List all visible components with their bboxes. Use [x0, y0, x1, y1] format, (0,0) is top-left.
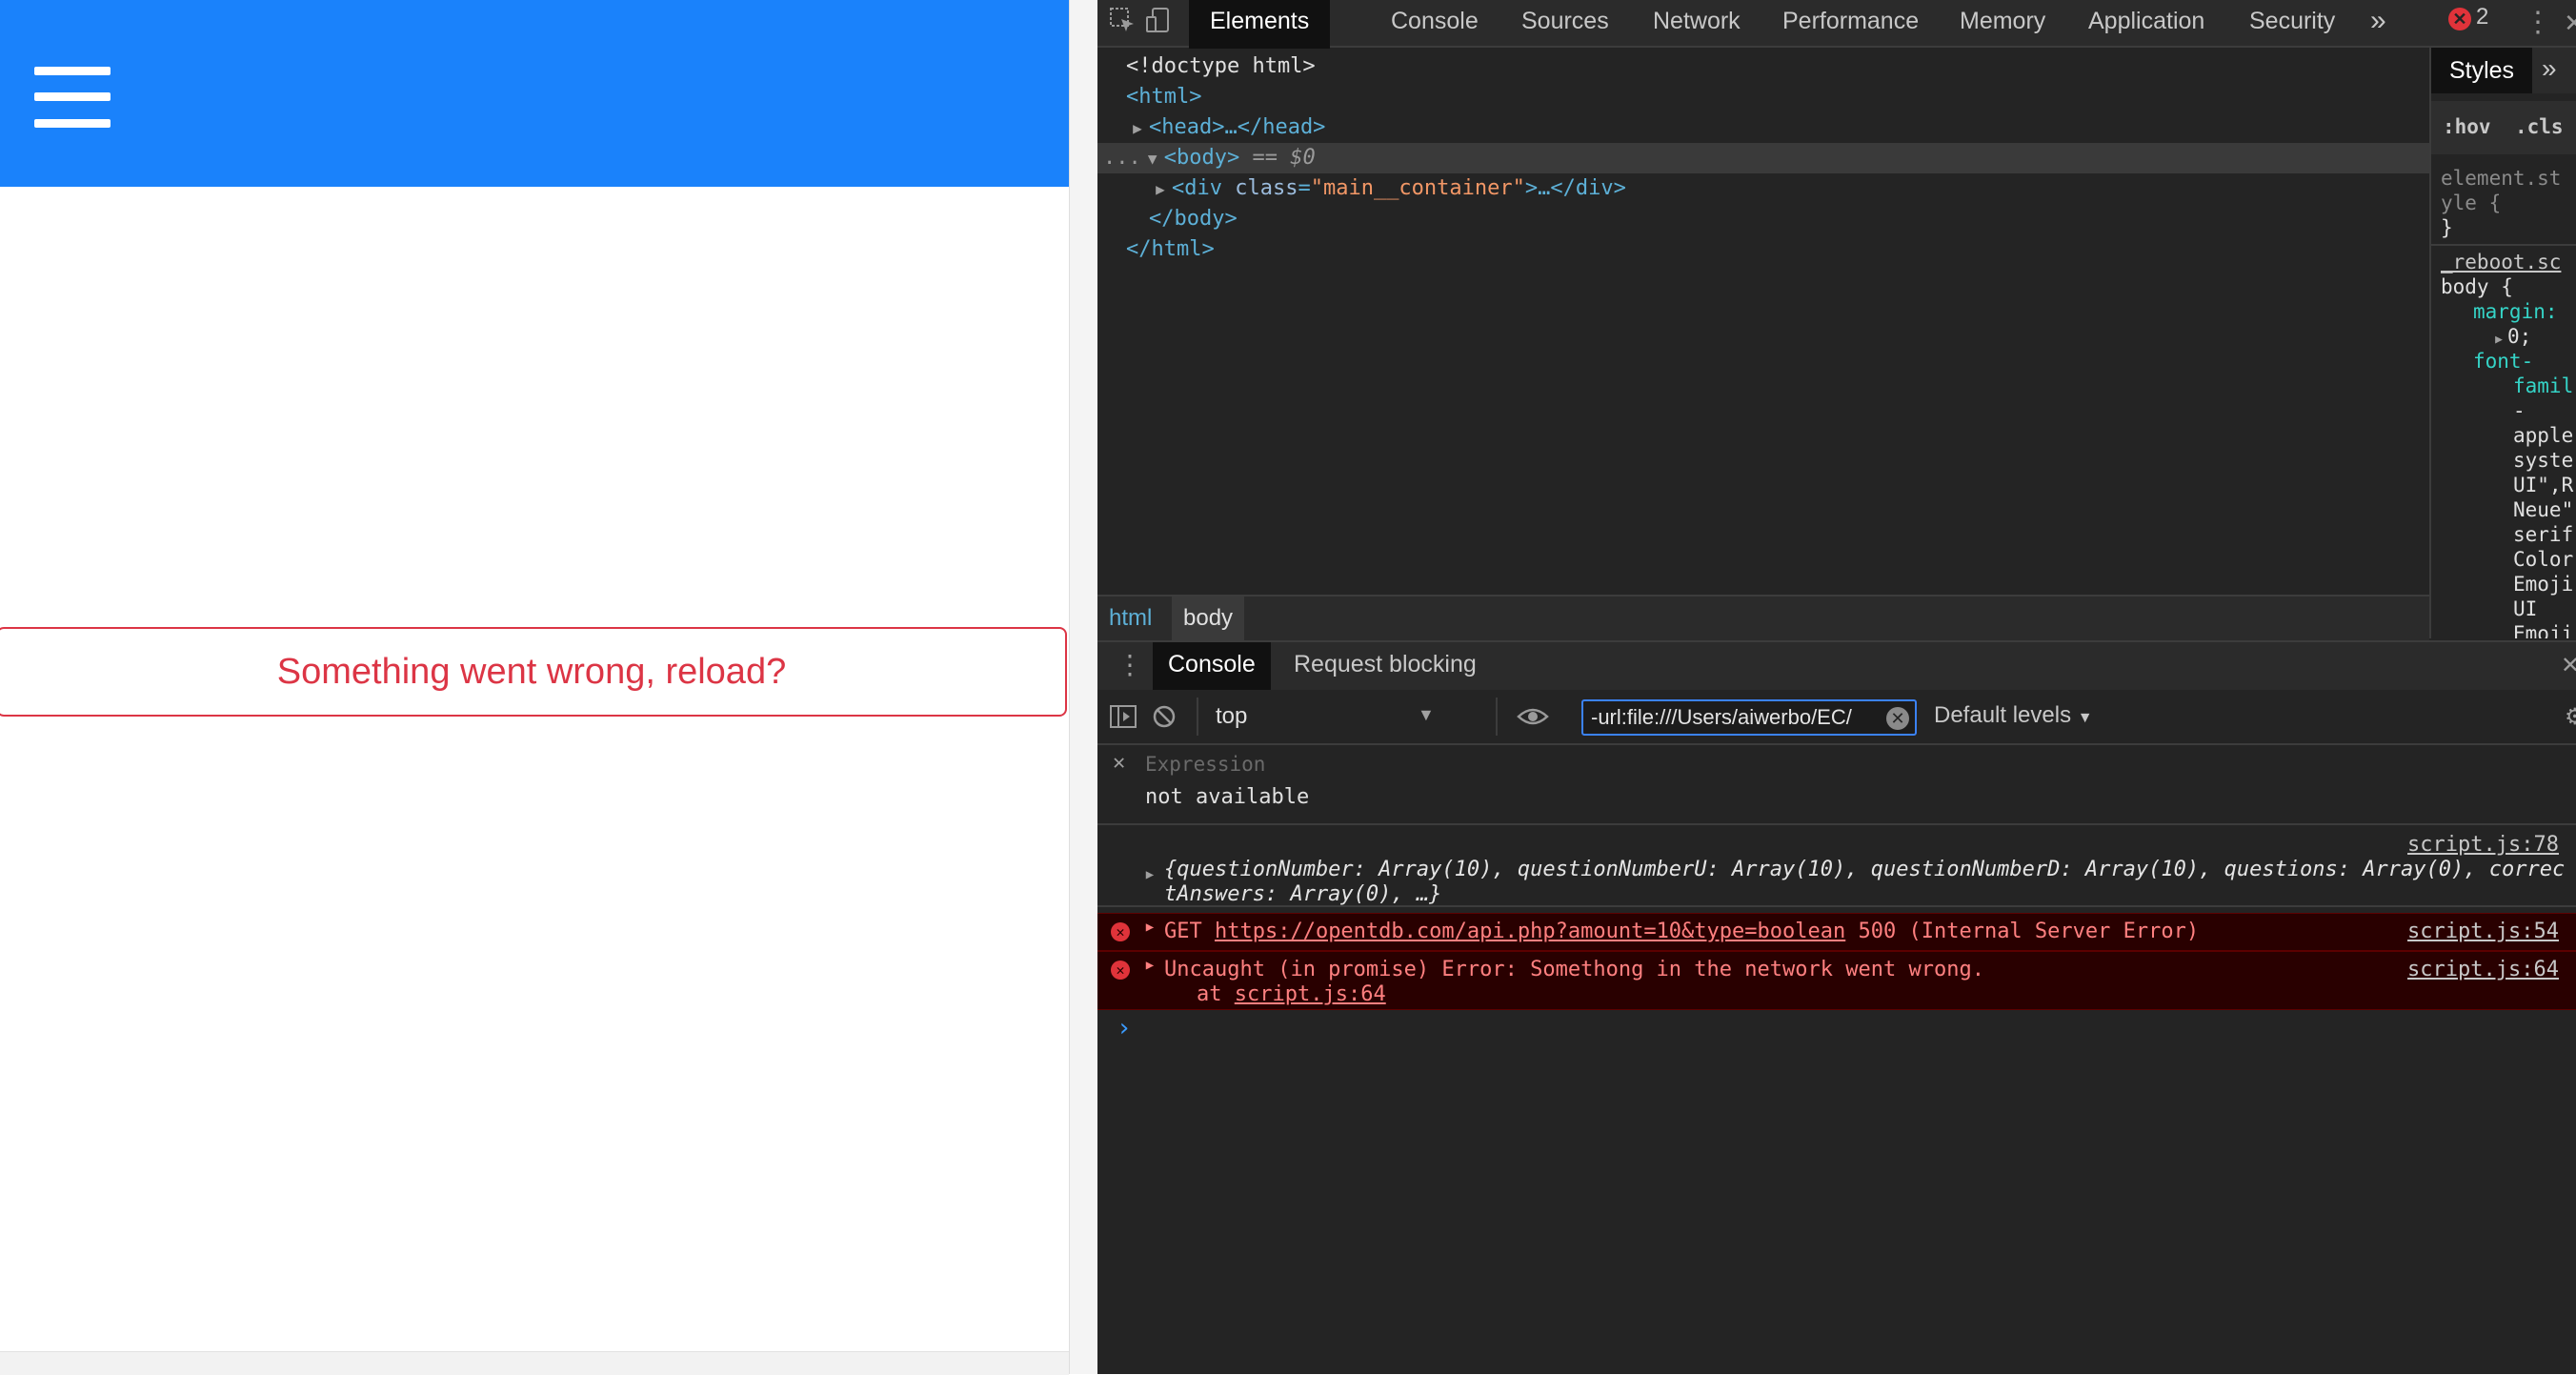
cls-toggle[interactable]: .cls	[2515, 114, 2564, 139]
styles-tabbar: Styles »	[2431, 48, 2576, 93]
head-node[interactable]: ▶ <head>…</head>	[1097, 112, 2458, 143]
app-page: Something went wrong, reload?	[0, 0, 1069, 1351]
expand-triangle-icon[interactable]: ▶	[1149, 174, 1172, 205]
doctype-node[interactable]: <!doctype html>	[1097, 51, 2458, 82]
drawer-menu-icon[interactable]: ⋮	[1117, 642, 1143, 688]
kebab-menu-icon[interactable]: ⋮	[2521, 6, 2555, 40]
styles-pane: Styles » :hov .cls element.st yle { } _r…	[2429, 48, 2576, 638]
font-family-value[interactable]: serif	[2513, 522, 2573, 547]
body-node[interactable]: ... ▼ <body> == $0	[1097, 143, 2435, 173]
context-selector[interactable]: top ▼	[1206, 690, 1444, 743]
breadcrumb: html body	[1097, 595, 2429, 640]
element-style-close: }	[2441, 216, 2453, 239]
hov-toggle[interactable]: :hov	[2443, 114, 2491, 139]
font-family-value[interactable]: UI",R	[2513, 473, 2573, 497]
devtools-panel: Elements Console Sources Network Perform…	[1097, 0, 2576, 1374]
more-tabs-icon[interactable]: »	[2370, 0, 2386, 46]
uncaught-source-link[interactable]: script.js:64	[2407, 958, 2559, 981]
request-url-link[interactable]: https://opentdb.com/api.php?amount=10&ty…	[1215, 920, 1845, 943]
error-count[interactable]: 2	[2476, 4, 2488, 30]
font-family-value[interactable]: Emoji	[2513, 621, 2573, 638]
div-main-container-node[interactable]: ▶ <div class="main__container">…</div>	[1097, 173, 2481, 204]
drawer-tab-request-blocking[interactable]: Request blocking	[1294, 642, 1477, 688]
error-reload-message[interactable]: Something went wrong, reload?	[0, 627, 1067, 717]
console-settings-gear-icon[interactable]: ⚙	[2565, 703, 2576, 731]
live-expression-eye-icon[interactable]	[1517, 703, 1549, 730]
font-family-value[interactable]: -	[2513, 398, 2526, 423]
font-family-property-cont[interactable]: famil	[2513, 374, 2573, 398]
viewport-divider[interactable]	[1069, 0, 1098, 1374]
html-node[interactable]: <html>	[1097, 82, 2458, 112]
remove-expression-icon[interactable]: ✕	[1113, 751, 1125, 775]
font-family-property[interactable]: font-	[2473, 349, 2533, 374]
body-rule-selector: body {	[2441, 275, 2513, 298]
collapse-triangle-icon[interactable]: ▼	[1141, 144, 1164, 174]
log-source-link[interactable]: script.js:78	[2407, 833, 2559, 857]
html-close-node[interactable]: </html>	[1097, 234, 2458, 265]
body-close-node[interactable]: </body>	[1097, 204, 2481, 234]
log-levels-dropdown[interactable]: Default levels ▼	[1934, 690, 2093, 743]
tab-elements[interactable]: Elements	[1189, 0, 1331, 49]
clear-console-icon[interactable]	[1151, 703, 1177, 730]
clear-filter-icon[interactable]: ✕	[1886, 707, 1909, 730]
error-icon: ✕	[1111, 922, 1130, 941]
chevron-down-icon: ▼	[1418, 705, 1435, 724]
expand-triangle-icon[interactable]: ▶	[1126, 113, 1149, 144]
console-toolbar: top ▼ -url:file:///Users/aiwerbo/EC/ ✕ D…	[1097, 690, 2576, 745]
console-error-uncaught[interactable]: ✕ ▶ Uncaught (in promise) Error: Sometho…	[1097, 951, 2576, 1010]
console-log-entry[interactable]: script.js:78 ▶ {questionNumber: Array(10…	[1097, 831, 2576, 907]
tab-sources[interactable]: Sources	[1521, 0, 1609, 46]
console-prompt[interactable]: ›	[1097, 1014, 2576, 1042]
get-source-link[interactable]: script.js:54	[2407, 920, 2559, 943]
expand-error-icon[interactable]: ▶	[1141, 958, 1158, 973]
console-filter-input[interactable]: -url:file:///Users/aiwerbo/EC/	[1581, 699, 1917, 736]
expression-value: not available	[1145, 785, 1310, 809]
app-header	[0, 0, 1069, 187]
styles-filter-bar: :hov .cls	[2431, 101, 2576, 154]
error-count-icon[interactable]: ✕	[2448, 8, 2471, 30]
tab-performance[interactable]: Performance	[1782, 0, 1919, 46]
tab-application[interactable]: Application	[2088, 0, 2204, 46]
breadcrumb-html[interactable]: html	[1097, 597, 1163, 640]
element-style-selector-cont: yle {	[2441, 192, 2502, 214]
tab-memory[interactable]: Memory	[1960, 0, 2045, 46]
device-toolbar-icon[interactable]	[1141, 6, 1176, 40]
margin-property[interactable]: margin:	[2473, 299, 2558, 324]
drawer-tabbar: ⋮ Console Request blocking ✕	[1097, 640, 2576, 692]
font-family-value[interactable]: apple	[2513, 423, 2573, 448]
expand-object-icon[interactable]: ▶	[1141, 867, 1158, 882]
drawer-tab-console[interactable]: Console	[1153, 642, 1271, 691]
breadcrumb-body[interactable]: body	[1172, 597, 1245, 640]
tab-network[interactable]: Network	[1653, 0, 1741, 46]
page-bottom-edge	[0, 1351, 1069, 1375]
font-family-value[interactable]: Emoji	[2513, 572, 2573, 597]
tab-security[interactable]: Security	[2249, 0, 2335, 46]
chevron-down-icon: ▼	[2077, 710, 2093, 726]
font-family-value[interactable]: Color	[2513, 547, 2573, 572]
font-family-value[interactable]: UI	[2513, 597, 2537, 621]
close-devtools-icon[interactable]: ✕	[2557, 6, 2576, 40]
stylesheet-source-link[interactable]: _reboot.sc	[2441, 250, 2561, 274]
devtools-tabbar: Elements Console Sources Network Perform…	[1097, 0, 2576, 49]
inspect-element-icon[interactable]	[1105, 6, 1139, 40]
element-style-selector: element.st	[2441, 167, 2562, 190]
stack-frame-link[interactable]: script.js:64	[1235, 982, 1386, 1006]
font-family-value[interactable]: syste	[2513, 448, 2573, 473]
prompt-chevron-icon: ›	[1117, 1014, 1132, 1042]
expression-input[interactable]: Expression	[1145, 753, 1265, 776]
elements-tree: <!doctype html> <html> ▶ <head>…</head> .…	[1097, 48, 2435, 593]
error-icon: ✕	[1111, 960, 1130, 980]
hamburger-menu-icon[interactable]	[34, 67, 111, 128]
close-drawer-icon[interactable]: ✕	[2561, 652, 2576, 679]
tab-console[interactable]: Console	[1391, 0, 1479, 46]
expand-error-icon[interactable]: ▶	[1141, 920, 1158, 935]
sidebar-toggle-icon[interactable]	[1109, 703, 1137, 730]
live-expression: ✕ Expression not available	[1097, 745, 2576, 825]
font-family-value[interactable]: Neue"	[2513, 497, 2573, 522]
tab-styles[interactable]: Styles	[2431, 48, 2532, 93]
console-error-network[interactable]: ✕ ▶ GET https://opentdb.com/api.php?amou…	[1097, 913, 2576, 951]
more-panes-icon[interactable]: »	[2542, 48, 2557, 93]
